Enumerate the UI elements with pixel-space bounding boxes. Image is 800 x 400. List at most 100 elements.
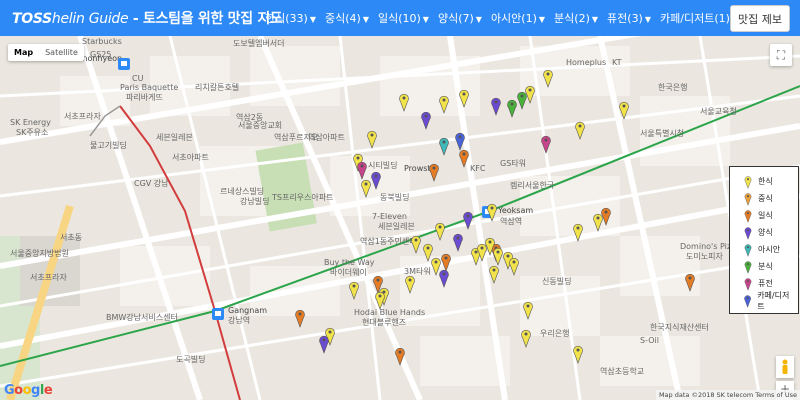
nav-item-korean[interactable]: 한식(33) ▼ [265,10,316,26]
map-label: 물고기빌딩 [90,141,127,150]
restaurant-marker[interactable] [410,234,422,254]
subway-station-icon[interactable] [212,308,224,320]
map-label: 역삼초등학교 [600,367,645,376]
street-view-pegman-icon[interactable] [776,356,794,378]
caret-down-icon: ▼ [309,15,316,24]
restaurant-marker[interactable] [574,120,586,140]
map-label: 파리바게뜨 [126,93,163,102]
nav-item-snack[interactable]: 분식(2) ▼ [554,10,598,26]
legend-item: 분식 [734,258,794,275]
map-label: 한국은행 [658,83,688,92]
restaurant-marker[interactable] [508,256,520,276]
submit-restaurant-button[interactable]: 맛집 제보 [730,5,790,32]
brand-toss: TOSS [12,11,52,27]
map-label: 한국지식재산센터 [650,323,709,332]
nav-item-fusion[interactable]: 퓨전(3) ▼ [607,10,651,26]
nav-item-chinese[interactable]: 중식(4) ▼ [325,10,369,26]
map-label: SK Energy [10,118,51,127]
map-label: 현대블루핸즈 [362,318,407,327]
fullscreen-icon[interactable]: ⛶ [770,44,792,66]
brand-title[interactable]: TOSShelin Guide - 토스팀을 위한 맛집 지도 [0,8,283,28]
restaurant-marker[interactable] [438,136,450,156]
restaurant-marker[interactable] [458,88,470,108]
caret-down-icon: ▼ [362,15,369,24]
restaurant-marker[interactable] [520,328,532,348]
restaurant-marker[interactable] [366,129,378,149]
map-type-control: Map Satellite [8,44,84,61]
map-label: Yeoksam [498,206,534,215]
nav-item-asian[interactable]: 아시안(1) ▼ [491,10,545,26]
navbar: TOSShelin Guide - 토스팀을 위한 맛집 지도 한식(33) ▼ … [0,0,800,36]
map-label: 서초아파트 [172,153,209,162]
restaurant-marker[interactable] [490,96,502,116]
restaurant-marker[interactable] [452,232,464,252]
map-label: Homeplus [566,58,607,67]
subway-station-icon[interactable] [118,58,130,70]
restaurant-marker[interactable] [484,236,496,256]
map-label: Hodai Blue Hands [354,308,426,317]
map-attribution[interactable]: Map data ©2018 SK telecom Terms of Use [655,390,800,400]
restaurant-marker[interactable] [348,280,360,300]
nav-item-cafe[interactable]: 카페/디저트(1)▼ [660,10,738,26]
map-label: 서울중앙지방법원 [10,249,69,258]
restaurant-marker[interactable] [522,300,534,320]
map-label: 서울교육청 [700,107,737,116]
map-label: 7-Eleven [372,212,407,221]
restaurant-marker[interactable] [542,68,554,88]
legend-item: 중식 [734,190,794,207]
map-label: CU [132,74,144,83]
map-label: 도곡빌딩 [176,355,206,364]
map-label: KFC [470,164,486,173]
nav-item-western[interactable]: 양식(7) ▼ [438,10,482,26]
map-label: 강남역 [228,316,251,325]
map-label: KT [612,58,622,67]
map-canvas[interactable]: Starbucks GS25 CU Sinnonhyeon 리치칼튼호텔 도보텔… [0,36,800,400]
map-pin-icon [744,260,752,274]
restaurant-marker[interactable] [618,100,630,120]
map-label: 서울특별시청 [640,129,685,138]
caret-down-icon: ▼ [644,15,652,24]
map-label: 리치칼튼호텔 [195,83,240,92]
map-label: Paris Baquette [120,83,179,92]
map-label: 서초프라자 [30,273,67,282]
nav-item-japanese[interactable]: 일식(10) ▼ [378,10,429,26]
map-label: CGV 강남 [134,179,169,188]
restaurant-marker[interactable] [684,272,696,292]
restaurant-marker[interactable] [438,94,450,114]
map-type-map-button[interactable]: Map [8,44,39,61]
map-label: BMW강남서비스센터 [106,313,178,322]
restaurant-marker[interactable] [488,264,500,284]
map-label: 우리은행 [540,329,570,338]
restaurant-marker[interactable] [434,221,446,241]
caret-down-icon: ▼ [538,15,546,24]
map-label: 렘리서울한국 [510,181,555,190]
restaurant-marker[interactable] [486,202,498,222]
map-pin-icon [744,277,752,291]
map-label: 서초동 [60,233,83,242]
restaurant-marker[interactable] [462,210,474,230]
restaurant-marker[interactable] [438,268,450,288]
restaurant-marker[interactable] [360,178,372,198]
restaurant-marker[interactable] [374,290,386,310]
restaurant-marker[interactable] [318,334,330,354]
map-label: 역삼1동주민센터 [360,237,417,246]
restaurant-marker[interactable] [394,346,406,366]
restaurant-marker[interactable] [458,148,470,168]
restaurant-marker[interactable] [428,162,440,182]
brand-subtitle: - 토스팀을 위한 맛집 지도 [128,11,283,27]
restaurant-marker[interactable] [572,222,584,242]
map-label: 세븐일레븐 [156,133,193,142]
restaurant-marker[interactable] [572,344,584,364]
legend-item: 아시안 [734,241,794,258]
restaurant-marker[interactable] [398,92,410,112]
restaurant-marker[interactable] [506,98,518,118]
map-label: S-Oil [640,336,659,345]
restaurant-marker[interactable] [540,134,552,154]
restaurant-marker[interactable] [404,274,416,294]
restaurant-marker[interactable] [420,110,432,130]
map-label: 동북빌딩 [380,193,410,202]
restaurant-marker[interactable] [356,160,368,180]
restaurant-marker[interactable] [294,308,306,328]
map-type-satellite-button[interactable]: Satellite [39,44,84,61]
restaurant-marker[interactable] [592,212,604,232]
